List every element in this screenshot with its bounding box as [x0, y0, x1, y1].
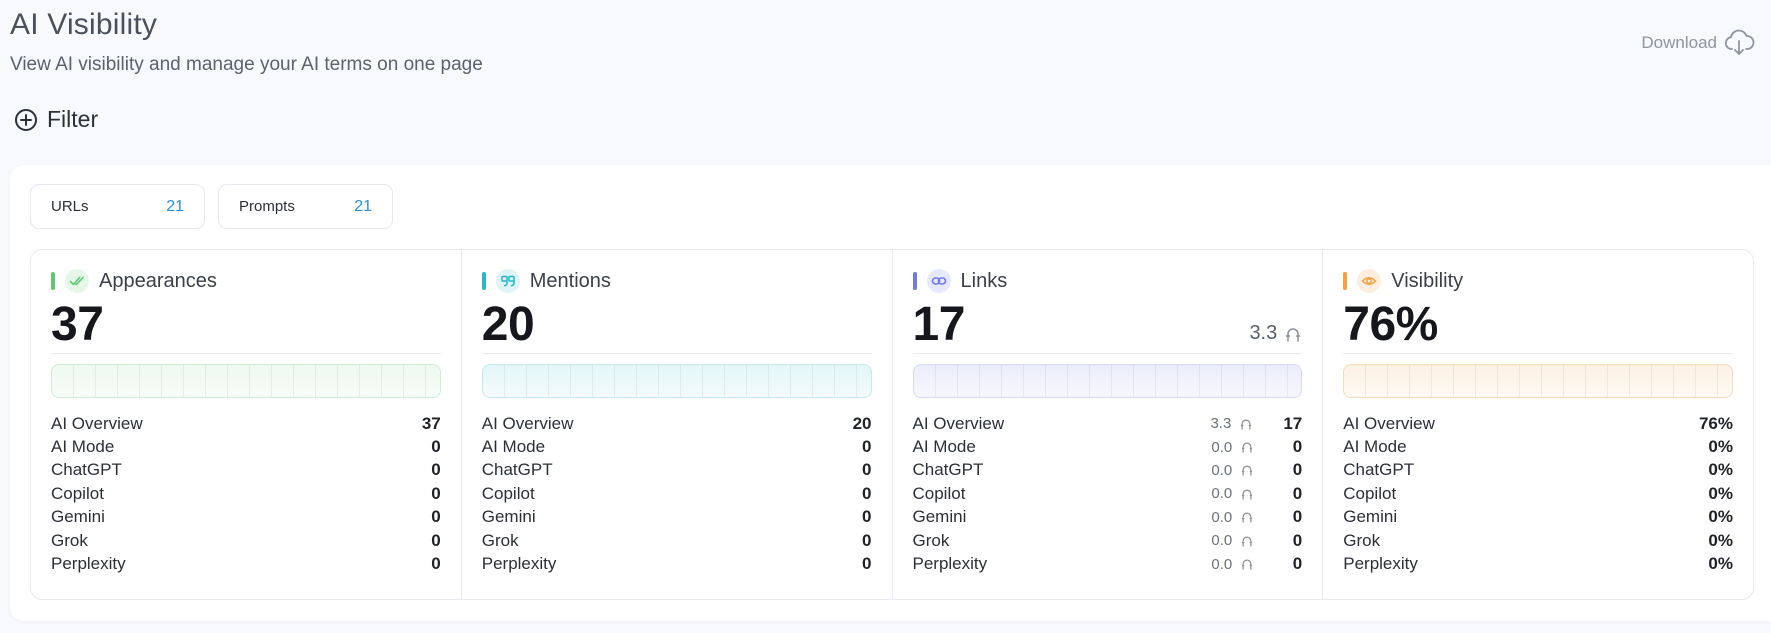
arch-icon [1242, 442, 1253, 453]
links-average: 3.3 [1249, 322, 1302, 345]
card-appearances: Appearances 37 AI Overview 37 AI Mode 0 Ch… [31, 250, 462, 599]
list-item: Copilot 0.0 0 [912, 483, 1303, 503]
arch-icon [1242, 512, 1253, 523]
card-value: 20 [481, 298, 535, 351]
link-icon [926, 269, 951, 293]
list-item: Perplexity 0.0 0 [912, 554, 1303, 574]
eye-icon [1357, 269, 1382, 293]
card-links: Links 17 3.3 AI Overview 3.3 17 AI Mode 0.0… [893, 250, 1324, 599]
card-title: Visibility [1391, 269, 1464, 292]
list-item: Copilot 0 [481, 483, 872, 503]
list-item: ChatGPT 0.0 0 [912, 460, 1303, 480]
card-value: 37 [51, 298, 104, 351]
list-item: Gemini 0 [481, 507, 872, 527]
visibility-panel: URLs 21 Prompts 21 Appearances 37 AI Ove… [10, 165, 1771, 621]
list-item: Perplexity 0% [1343, 554, 1733, 574]
metric-cards: Appearances 37 AI Overview 37 AI Mode 0 Ch… [30, 249, 1754, 600]
list-item: Copilot 0 [51, 483, 441, 503]
quote-icon [495, 269, 520, 293]
cloud-download-icon [1724, 29, 1755, 55]
card-value: 17 [912, 298, 966, 351]
list-item: Grok 0.0 0 [912, 530, 1303, 550]
list-item: AI Overview 76% [1343, 413, 1733, 433]
accent-bar [912, 272, 917, 290]
arch-icon [1242, 489, 1253, 500]
list-item: Grok 0% [1343, 530, 1733, 550]
accent-bar [481, 272, 486, 290]
list-item: Gemini 0.0 0 [912, 507, 1303, 527]
card-visibility: Visibility 76% AI Overview 76% AI Mode 0% … [1323, 250, 1753, 599]
card-title: Mentions [529, 269, 611, 292]
list-item: AI Mode 0% [1343, 437, 1733, 457]
sparkline [481, 364, 872, 398]
list-item: AI Overview 20 [481, 413, 872, 433]
chip-count: 21 [166, 197, 184, 215]
chip-count: 21 [354, 197, 372, 215]
card-title: Links [960, 269, 1008, 292]
chip-prompts[interactable]: Prompts 21 [218, 184, 393, 229]
chip-urls[interactable]: URLs 21 [30, 184, 205, 229]
plus-circle-icon [15, 108, 37, 131]
list-item: AI Mode 0 [481, 437, 872, 457]
arch-icon [1242, 559, 1253, 570]
list-item: Perplexity 0 [51, 554, 441, 574]
list-item: Grok 0 [51, 530, 441, 550]
accent-bar [51, 272, 55, 290]
page-title: AI Visibility [10, 8, 158, 41]
arch-icon [1241, 419, 1252, 430]
arch-icon [1286, 327, 1301, 342]
list-item: Gemini 0 [51, 507, 441, 527]
list-item: Grok 0 [481, 530, 872, 550]
list-item: AI Overview 37 [51, 413, 441, 433]
list-item: ChatGPT 0 [481, 460, 872, 480]
list-item: Copilot 0% [1343, 483, 1733, 503]
double-check-icon [65, 269, 89, 293]
sparkline [912, 364, 1303, 398]
card-title: Appearances [99, 269, 217, 292]
card-mentions: Mentions 20 AI Overview 20 AI Mode 0 ChatG… [462, 250, 893, 599]
sparkline [51, 364, 441, 398]
filter-label: Filter [47, 106, 99, 132]
chip-label: Prompts [239, 198, 295, 215]
card-value: 76% [1343, 298, 1438, 351]
list-item: ChatGPT 0 [51, 460, 441, 480]
list-item: AI Overview 3.3 17 [912, 413, 1303, 433]
page-subtitle: View AI visibility and manage your AI te… [10, 54, 483, 75]
download-button[interactable]: Download [1641, 28, 1755, 58]
list-item: ChatGPT 0% [1343, 460, 1733, 480]
list-item: Perplexity 0 [481, 554, 872, 574]
filter-button[interactable]: Filter [14, 106, 98, 133]
sparkline [1343, 364, 1733, 398]
list-item: AI Mode 0.0 0 [912, 437, 1303, 457]
accent-bar [1343, 272, 1348, 290]
download-label: Download [1641, 33, 1717, 52]
list-item: AI Mode 0 [51, 437, 441, 457]
chip-label: URLs [51, 198, 89, 215]
arch-icon [1242, 536, 1253, 547]
arch-icon [1242, 465, 1253, 476]
list-item: Gemini 0% [1343, 507, 1733, 527]
